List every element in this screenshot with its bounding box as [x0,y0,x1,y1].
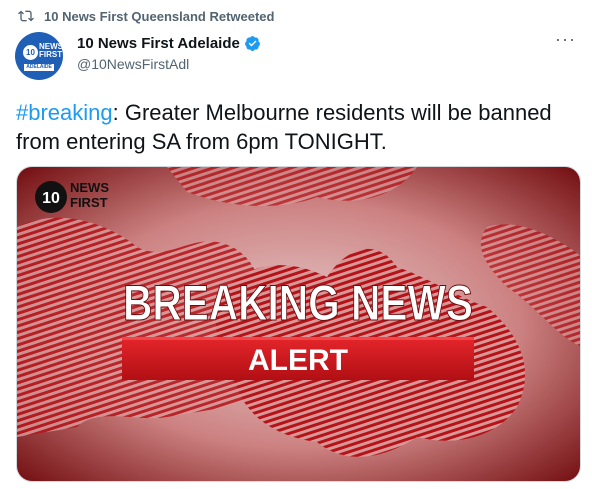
breaking-news-graphic: 10 NEWS FIRST BREAKING NEWS ALERT [17,167,580,481]
media-logo-line1: NEWS [70,180,109,195]
retweet-context[interactable]: 10 News First Queensland Retweeted [18,8,274,24]
tweet-media-image[interactable]: 10 NEWS FIRST BREAKING NEWS ALERT [16,166,581,482]
verified-badge-icon [244,36,260,51]
media-headline: BREAKING NEWS [123,275,473,331]
retweet-icon [18,10,34,22]
media-logo-line2: FIRST [70,195,108,210]
retweet-label: 10 News First Queensland Retweeted [44,8,275,24]
avatar-ten-badge: 10 [23,45,38,60]
hashtag-link[interactable]: #breaking [16,100,113,125]
display-name[interactable]: 10 News First Adelaide [77,35,240,52]
handle[interactable]: @10NewsFirstAdl [77,56,261,72]
avatar-adelaide-label: ADELAIDE [24,64,54,71]
avatar-line2: FIRST [39,50,63,59]
tweet-header: 10 News First Adelaide @10NewsFirstAdl [77,35,261,72]
avatar-news-text: NEWS FIRST [39,43,63,59]
media-banner-text: ALERT [248,344,348,377]
media-logo-number: 10 [42,190,60,207]
more-options-icon[interactable]: ··· [555,30,576,48]
avatar[interactable]: 10 NEWS FIRST ADELAIDE [15,32,63,80]
tweet-text: #breaking: Greater Melbourne residents w… [16,98,576,156]
